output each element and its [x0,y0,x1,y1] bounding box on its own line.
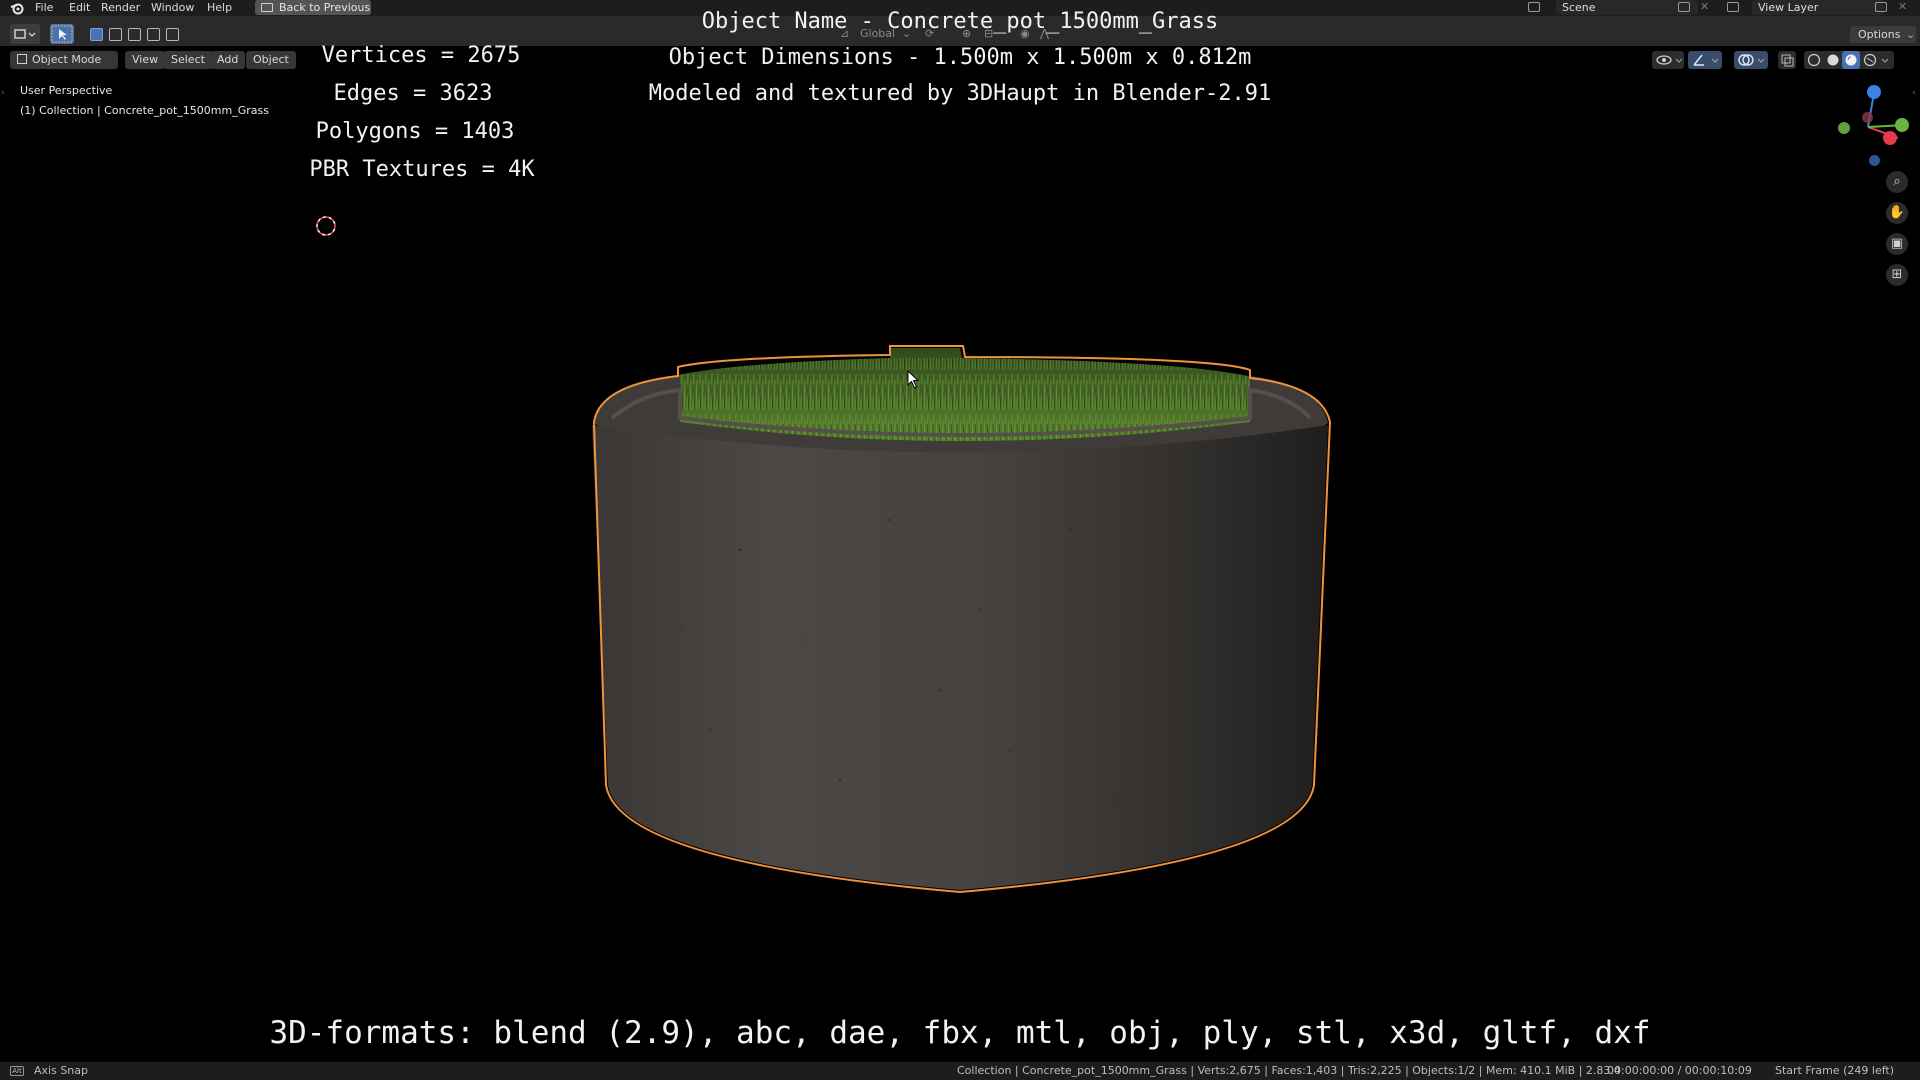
gizmo-neg-x-icon[interactable] [1862,112,1873,123]
stat-edges: Edges = 3623 [333,81,493,106]
gizmo-neg-z-icon[interactable] [1869,155,1880,166]
mouse-cursor-icon [907,370,920,389]
pan-button[interactable]: ✋ [1886,202,1908,224]
zoom-button[interactable]: ⌕ [1886,171,1908,193]
pot-body [592,425,1328,890]
stat-textures: PBR Textures = 4K [309,157,535,182]
camera-icon: ▣ [1890,236,1904,251]
grid-view-icon: ⊞ [1891,267,1903,282]
axis-snap-hint: Axis Snap [34,1064,88,1077]
formats-caption: 3D-formats: blend (2.9), abc, dae, fbx, … [269,1015,1651,1051]
camera-view-button[interactable]: ▣ [1886,233,1908,255]
ortho-toggle-button[interactable]: ⊞ [1886,264,1908,286]
object-name-title: Object Name - Concrete_pot_1500mm_Grass [701,9,1219,34]
navigation-gizmo[interactable] [1828,84,1914,170]
stat-vertices: Vertices = 2675 [321,43,521,68]
gizmo-z-icon[interactable] [1867,85,1881,99]
hand-pan-icon: ✋ [1888,205,1906,220]
alt-key-icon: Alt [10,1066,24,1076]
gizmo-y-icon[interactable] [1895,118,1909,132]
gizmo-x-icon[interactable] [1883,131,1897,145]
concrete-pot-object[interactable] [560,330,1360,910]
gizmo-neg-y-icon[interactable] [1838,122,1850,134]
zoom-icon: ⌕ [1893,174,1901,189]
frame-info: Start Frame (249 left) [1775,1064,1895,1077]
3d-cursor-icon [316,216,336,236]
timecode: 00:00:00:00 / 00:00:10:09 [1607,1064,1752,1077]
stat-polygons: Polygons = 1403 [315,119,515,144]
scene-statistics: Collection | Concrete_pot_1500mm_Grass |… [957,1064,1621,1077]
status-bar: Alt Axis Snap Collection | Concrete_pot_… [0,1062,1920,1080]
